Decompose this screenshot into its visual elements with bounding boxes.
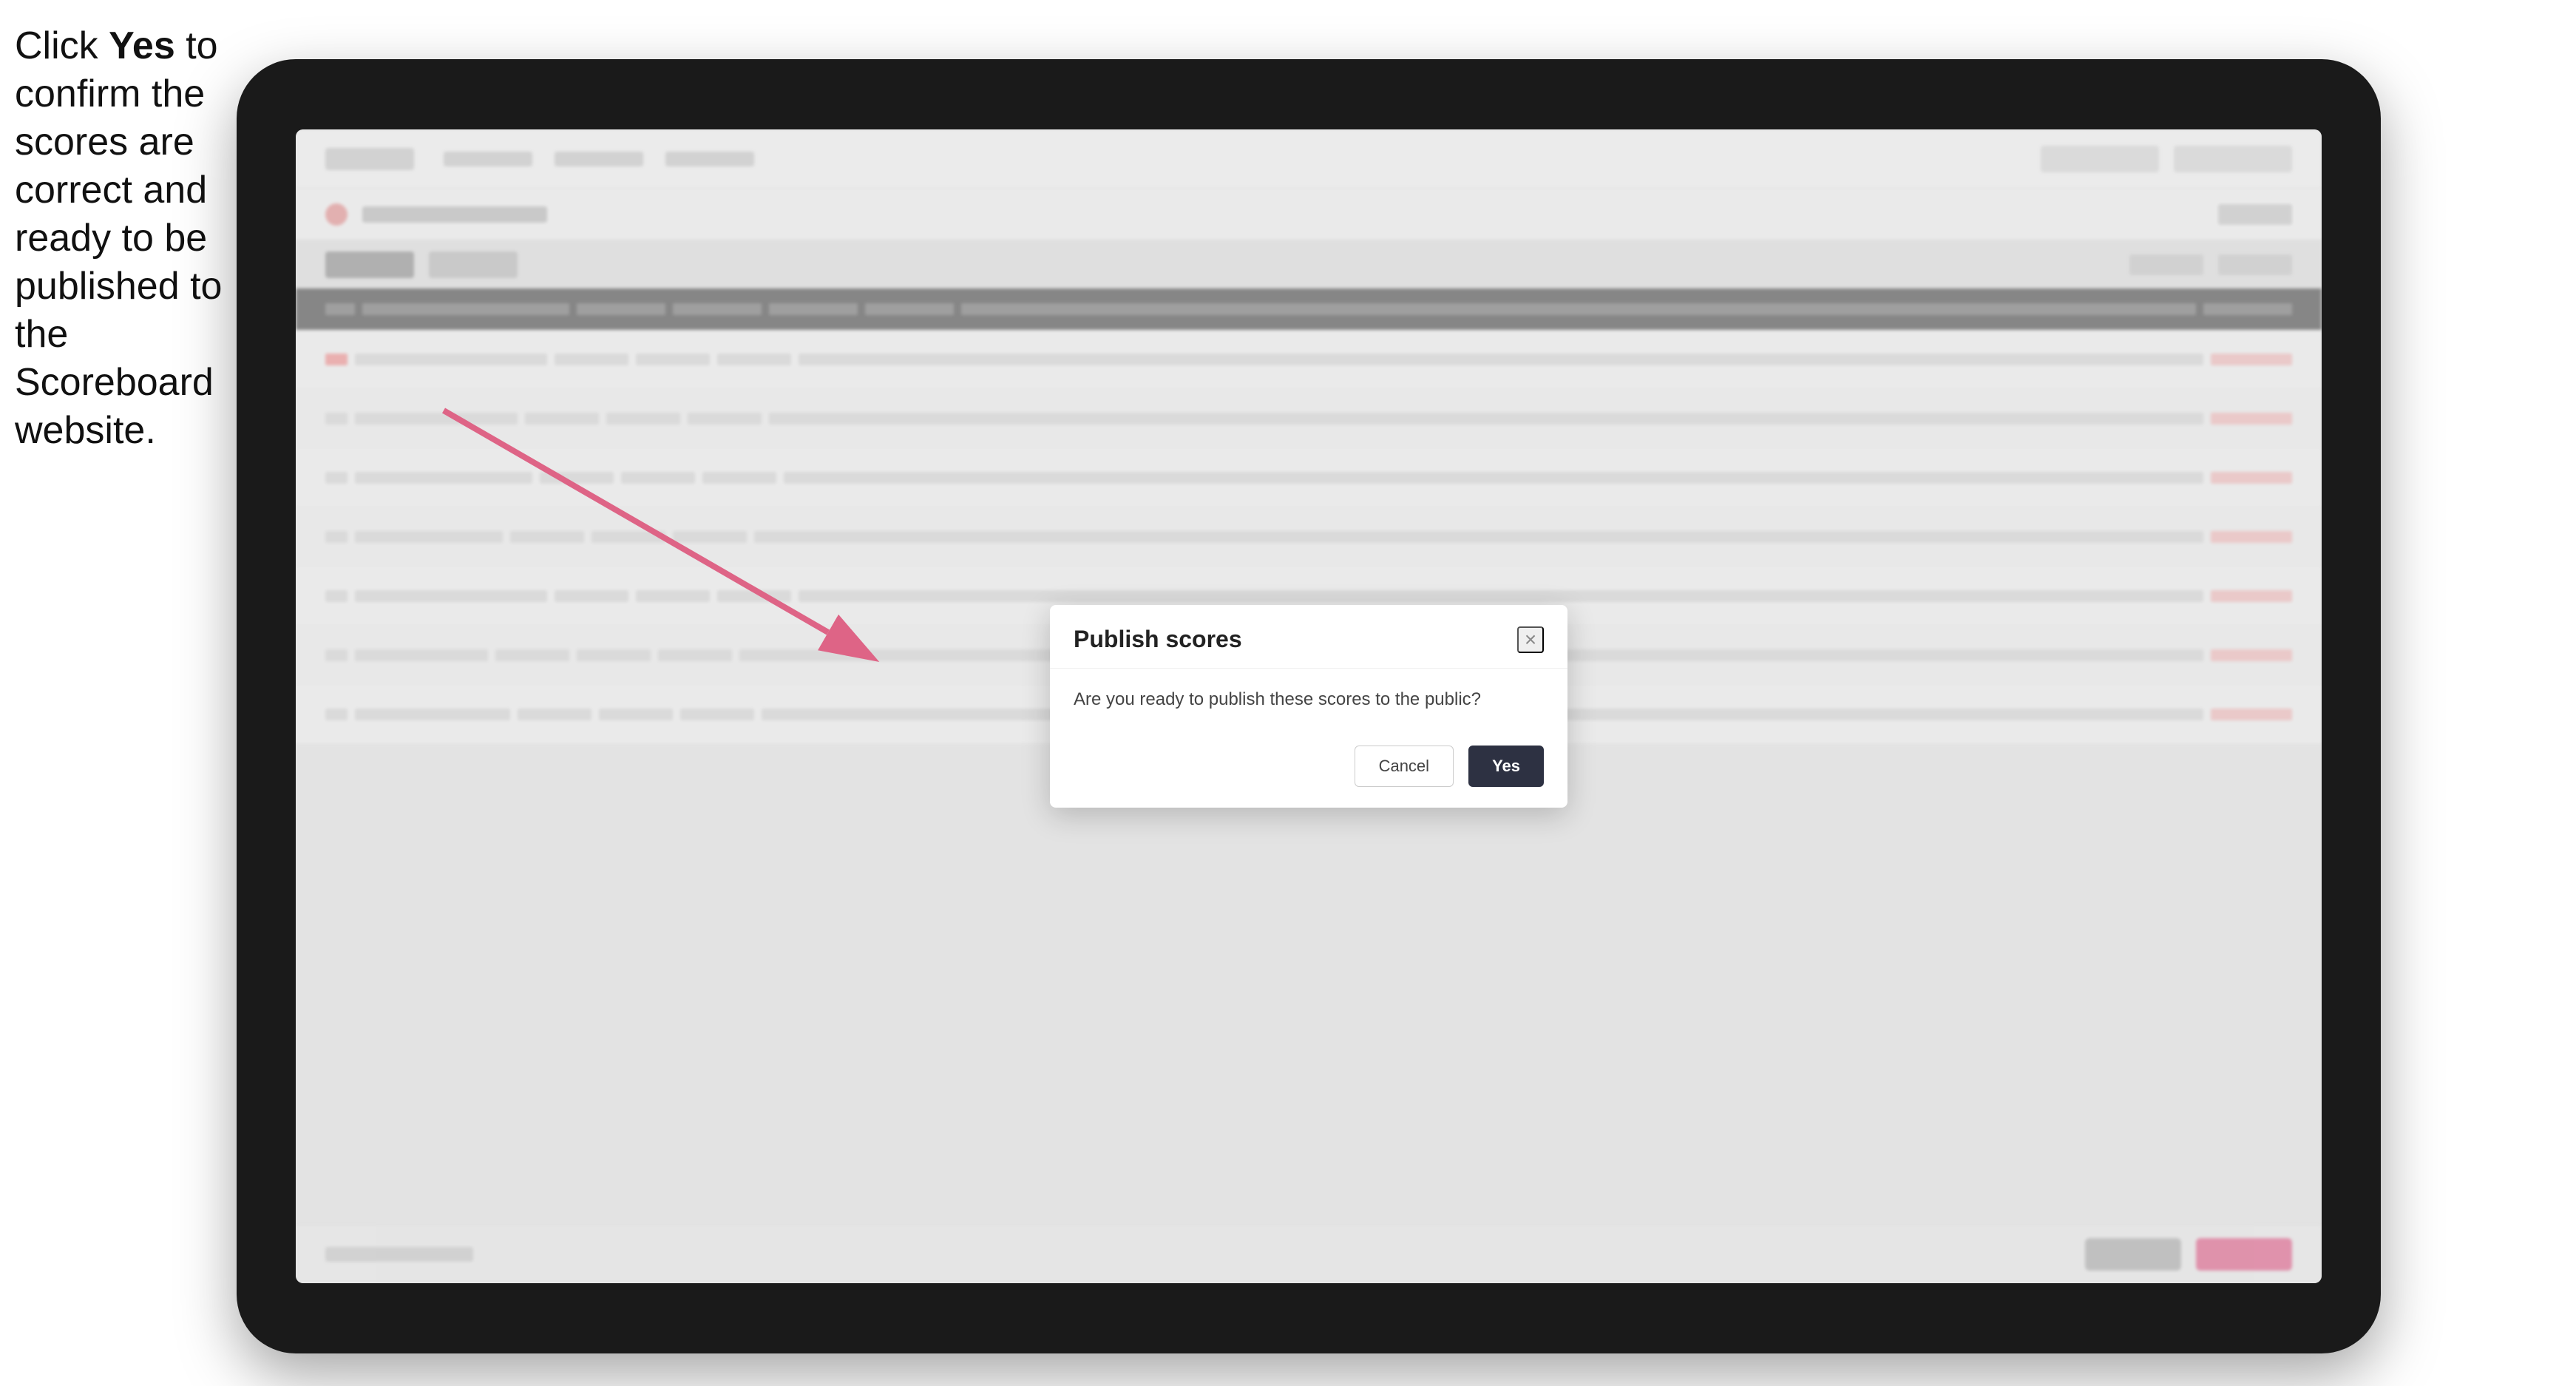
yes-button[interactable]: Yes	[1468, 746, 1544, 787]
publish-scores-modal: Publish scores × Are you ready to publis…	[1050, 605, 1567, 808]
modal-header: Publish scores ×	[1050, 605, 1567, 669]
instruction-text: Click Yes to confirm the scores are corr…	[15, 22, 229, 455]
instruction-text-prefix: Click	[15, 24, 109, 67]
modal-title: Publish scores	[1074, 626, 1242, 653]
tablet-screen: Publish scores × Are you ready to publis…	[296, 129, 2322, 1283]
tablet-device: Publish scores × Are you ready to publis…	[237, 59, 2381, 1353]
modal-body: Are you ready to publish these scores to…	[1050, 669, 1567, 731]
instruction-bold: Yes	[109, 24, 175, 67]
instruction-text-suffix: to confirm the scores are correct and re…	[15, 24, 222, 452]
modal-overlay: Publish scores × Are you ready to publis…	[296, 129, 2322, 1283]
modal-footer: Cancel Yes	[1050, 731, 1567, 808]
modal-close-button[interactable]: ×	[1517, 626, 1544, 653]
modal-message: Are you ready to publish these scores to…	[1074, 689, 1544, 710]
cancel-button[interactable]: Cancel	[1355, 746, 1454, 787]
